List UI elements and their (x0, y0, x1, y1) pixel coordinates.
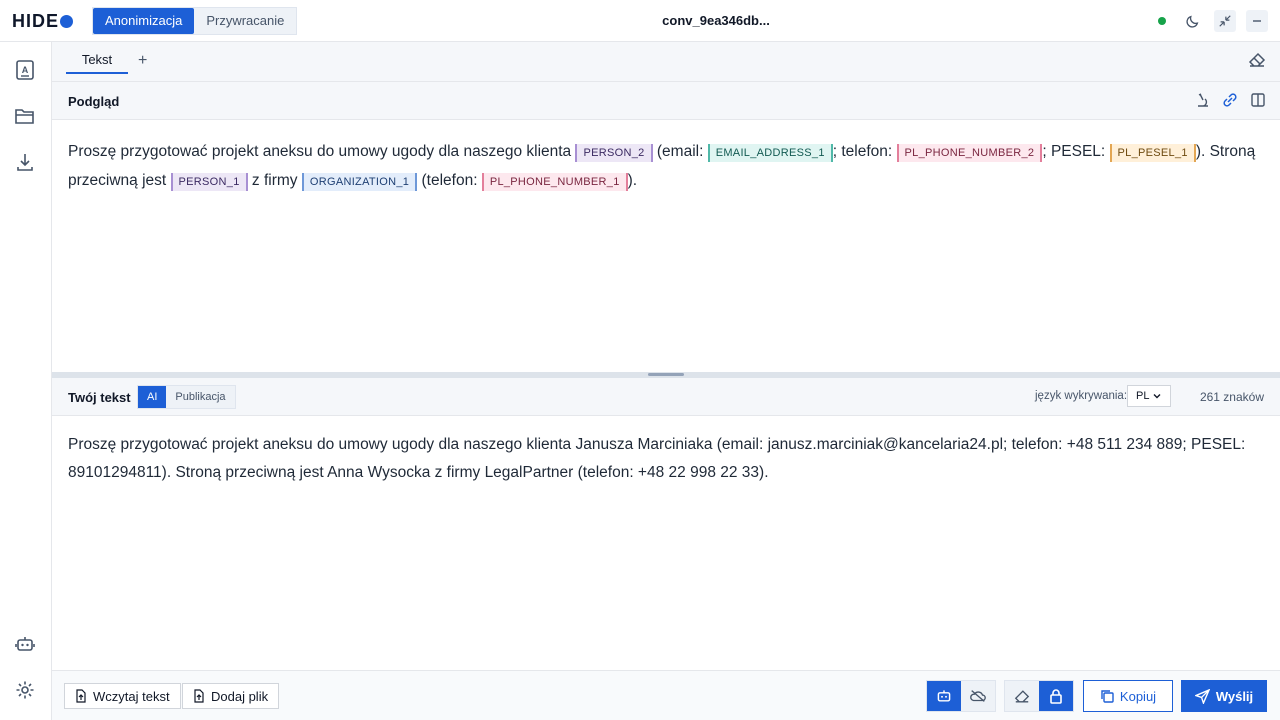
preview-text-segment: Proszę przygotować projekt aneksu do umo… (68, 143, 576, 160)
language-select[interactable]: PL (1127, 385, 1171, 407)
detection-mode-switch: AI Publikacja (137, 385, 236, 409)
language-value: PL (1136, 390, 1150, 402)
svg-text:A: A (22, 65, 29, 75)
top-bar: HIDE Anonimizacja Przywracanie conv_9ea3… (0, 0, 1280, 42)
send-button[interactable]: Wyślij (1181, 680, 1267, 712)
add-tab-button[interactable]: + (138, 52, 147, 70)
entity-token-person[interactable]: PERSON_1 (170, 173, 248, 191)
tab-text[interactable]: Tekst (66, 52, 128, 74)
cloud-off-icon[interactable] (961, 681, 995, 711)
mode-publication-button[interactable]: Publikacja (166, 386, 234, 408)
entity-token-phone[interactable]: PL_PHONE_NUMBER_1 (481, 173, 628, 191)
entity-token-phone[interactable]: PL_PHONE_NUMBER_2 (896, 144, 1043, 162)
download-icon[interactable] (13, 150, 37, 174)
load-text-label: Wczytaj tekst (93, 688, 170, 704)
chevron-down-icon (1152, 391, 1162, 401)
copy-button[interactable]: Kopiuj (1083, 680, 1173, 712)
preview-text-segment: z firmy (247, 172, 302, 189)
entity-token-email[interactable]: EMAIL_ADDRESS_1 (707, 144, 833, 162)
add-file-label: Dodaj plik (211, 688, 269, 704)
entity-token-org[interactable]: ORGANIZATION_1 (301, 173, 418, 191)
bot-enabled-icon[interactable] (927, 681, 961, 711)
link-icon[interactable] (1222, 92, 1238, 108)
preview-content: Proszę przygotować projekt aneksu do umo… (52, 120, 1280, 372)
upload-file-icon (75, 689, 87, 703)
left-sidebar: A (0, 42, 52, 720)
preview-header: Podgląd (52, 82, 1280, 120)
input-textarea[interactable]: Proszę przygotować projekt aneksu do umo… (52, 416, 1280, 670)
mask-toggle-group (1004, 680, 1074, 712)
splitter-handle[interactable] (648, 373, 684, 376)
eraser-mode-icon[interactable] (1005, 681, 1039, 711)
preview-title: Podgląd (68, 94, 120, 109)
conversation-title: conv_9ea346db... (662, 13, 770, 28)
input-header: Twój tekst AI Publikacja język wykrywani… (52, 378, 1280, 416)
preview-text-segment: (telefon: (417, 172, 482, 189)
copy-icon (1100, 689, 1114, 703)
language-label: język wykrywania: (1035, 390, 1128, 402)
load-text-button[interactable]: Wczytaj tekst (64, 683, 181, 709)
input-title: Twój tekst (68, 390, 131, 405)
contacts-icon[interactable]: A (13, 58, 37, 82)
add-file-button[interactable]: Dodaj plik (182, 683, 280, 709)
bottom-toolbar: Wczytaj tekst Dodaj plik Kopiuj Wyślij (52, 670, 1280, 720)
minimize-icon[interactable] (1246, 10, 1268, 32)
preview-text-segment: ). (627, 172, 638, 189)
collapse-icon[interactable] (1214, 10, 1236, 32)
eraser-icon[interactable] (1248, 52, 1266, 68)
connection-status-indicator (1158, 17, 1166, 25)
microscope-icon[interactable] (1194, 92, 1210, 108)
send-icon (1194, 688, 1210, 704)
preview-text-segment: ; PESEL: (1042, 143, 1110, 160)
folder-icon[interactable] (13, 104, 37, 128)
entity-token-person[interactable]: PERSON_2 (575, 144, 653, 162)
document-tabs: Tekst + (52, 42, 1280, 82)
settings-gear-icon[interactable] (13, 678, 37, 702)
top-actions (1158, 10, 1268, 32)
copy-label: Kopiuj (1119, 688, 1157, 704)
file-add-icon (193, 689, 205, 703)
entity-token-pesel[interactable]: PL_PESEL_1 (1109, 144, 1196, 162)
preview-text-segment: ; telefon: (832, 143, 897, 160)
send-label: Wyślij (1215, 688, 1254, 704)
lock-icon[interactable] (1039, 681, 1073, 711)
dark-mode-icon[interactable] (1182, 10, 1204, 32)
character-count: 261 znaków (1199, 390, 1264, 404)
mode-ai-button[interactable]: AI (138, 386, 167, 408)
bot-icon[interactable] (13, 632, 37, 656)
split-view-icon[interactable] (1250, 92, 1266, 108)
preview-tools (1194, 92, 1266, 108)
preview-text-segment: (email: (652, 143, 708, 160)
ai-toggle-group (926, 680, 996, 712)
